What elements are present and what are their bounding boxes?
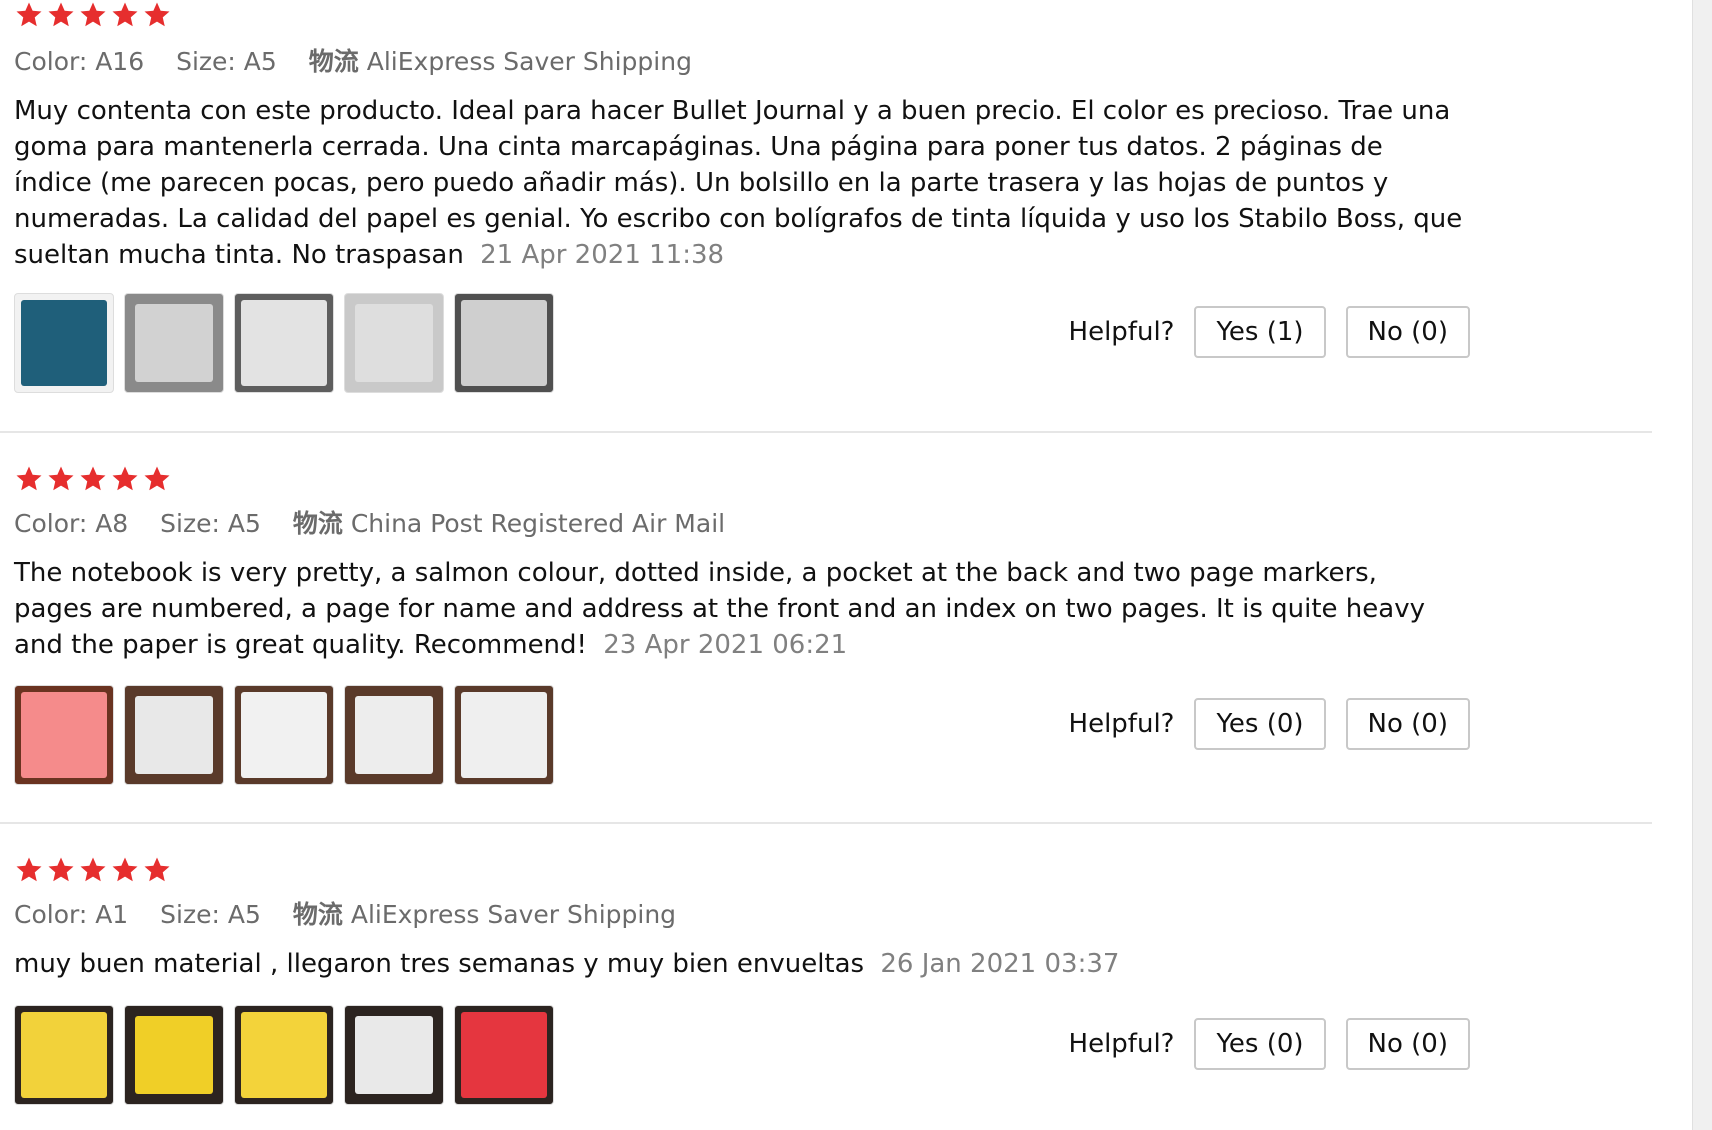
sku-color: Color: A8 <box>14 509 129 538</box>
review-photo <box>355 696 433 774</box>
sku-size: Size: A5 <box>160 509 261 538</box>
star-icon <box>16 466 42 491</box>
shipping-method: AliExpress Saver Shipping <box>366 47 692 76</box>
star-icon <box>112 466 138 491</box>
review-photo <box>135 304 213 382</box>
star-icon <box>16 857 42 882</box>
review-meta: Color: A1 Size: A5 物流 AliExpress Saver Sh… <box>14 897 700 933</box>
review-thumbnails <box>14 685 554 785</box>
sku-color: Color: A16 <box>14 47 145 76</box>
review-photo-thumbnail[interactable] <box>454 1005 554 1105</box>
star-icon <box>16 2 42 27</box>
review-photo-thumbnail[interactable] <box>124 1005 224 1105</box>
review-photo-thumbnail[interactable] <box>454 685 554 785</box>
review-photo <box>461 300 547 386</box>
review-photo-thumbnail[interactable] <box>234 1005 334 1105</box>
logistics-label: 物流 <box>308 47 359 76</box>
star-icon <box>48 857 74 882</box>
shipping-method: AliExpress Saver Shipping <box>350 900 677 929</box>
sku-size: Size: A5 <box>160 900 261 929</box>
star-icon <box>144 466 170 491</box>
review-photo-thumbnail[interactable] <box>344 1005 444 1105</box>
review-photo <box>21 300 107 386</box>
rating-stars <box>14 855 172 887</box>
review-photo <box>21 1012 107 1098</box>
helpful-no-button[interactable]: No (0) <box>1345 306 1470 358</box>
review-content: The notebook is very pretty, a salmon co… <box>14 555 1434 663</box>
shipping-method: China Post Registered Air Mail <box>350 509 726 538</box>
review-photo-thumbnail[interactable] <box>454 293 554 393</box>
review-photo <box>135 1016 213 1094</box>
review-date: 21 Apr 2021 11:38 <box>480 240 725 270</box>
sku-color: Color: A1 <box>14 900 129 929</box>
review-photo-thumbnail[interactable] <box>14 685 114 785</box>
helpful-label: Helpful? <box>1068 709 1175 739</box>
review-meta: Color: A8 Size: A5 物流 China Post Register… <box>14 506 749 542</box>
review-photo <box>241 300 327 386</box>
review-photo <box>241 692 327 778</box>
review-photo <box>461 692 547 778</box>
review-content: muy buen material , llegaron tres semana… <box>14 946 1464 982</box>
review-photo-thumbnail[interactable] <box>124 293 224 393</box>
helpful-label: Helpful? <box>1068 1029 1175 1059</box>
star-icon <box>144 2 170 27</box>
review-text: Muy contenta con este producto. Ideal pa… <box>14 96 1463 270</box>
review-photo-thumbnail[interactable] <box>234 293 334 393</box>
star-icon <box>80 857 106 882</box>
star-icon <box>80 2 106 27</box>
review-content: Muy contenta con este producto. Ideal pa… <box>14 93 1464 273</box>
helpful-yes-button[interactable]: Yes (0) <box>1194 1018 1326 1070</box>
review-thumbnails <box>14 1005 554 1105</box>
review-item: Color: A1 Size: A5 物流 AliExpress Saver Sh… <box>0 855 1652 1130</box>
review-meta: Color: A16 Size: A5 物流 AliExpress Saver S… <box>14 44 716 80</box>
review-photo <box>355 304 433 382</box>
review-thumbnails <box>14 293 554 393</box>
review-date: 23 Apr 2021 06:21 <box>603 630 848 660</box>
review-photo <box>135 696 213 774</box>
star-icon <box>48 466 74 491</box>
helpful-no-button[interactable]: No (0) <box>1345 698 1470 750</box>
helpful-controls: Helpful? Yes (0) No (0) <box>1069 1017 1470 1071</box>
review-photo <box>21 692 107 778</box>
star-icon <box>112 2 138 27</box>
review-photo <box>241 1012 327 1098</box>
helpful-controls: Helpful? Yes (1) No (0) <box>1069 305 1470 359</box>
review-date: 26 Jan 2021 03:37 <box>880 949 1120 979</box>
review-photo <box>461 1012 547 1098</box>
star-icon <box>48 2 74 27</box>
sku-size: Size: A5 <box>176 47 277 76</box>
review-photo-thumbnail[interactable] <box>344 293 444 393</box>
star-icon <box>112 857 138 882</box>
helpful-no-button[interactable]: No (0) <box>1345 1018 1470 1070</box>
page-scrollbar[interactable] <box>1692 0 1712 1130</box>
logistics-label: 物流 <box>292 509 343 538</box>
helpful-label: Helpful? <box>1068 317 1175 347</box>
helpful-yes-button[interactable]: Yes (1) <box>1194 306 1326 358</box>
review-item: Color: A8 Size: A5 物流 China Post Register… <box>0 464 1652 821</box>
review-item: Color: A16 Size: A5 物流 AliExpress Saver S… <box>0 0 1652 433</box>
review-photo <box>355 1016 433 1094</box>
helpful-controls: Helpful? Yes (0) No (0) <box>1069 697 1470 751</box>
review-photo-thumbnail[interactable] <box>14 1005 114 1105</box>
review-divider <box>0 431 1652 433</box>
helpful-yes-button[interactable]: Yes (0) <box>1194 698 1326 750</box>
review-photo-thumbnail[interactable] <box>14 293 114 393</box>
rating-stars <box>14 464 172 496</box>
review-photo-thumbnail[interactable] <box>124 685 224 785</box>
review-text: muy buen material , llegaron tres semana… <box>14 949 865 979</box>
star-icon <box>80 466 106 491</box>
star-icon <box>144 857 170 882</box>
review-photo-thumbnail[interactable] <box>234 685 334 785</box>
logistics-label: 物流 <box>292 900 343 929</box>
reviews-page: Color: A16 Size: A5 物流 AliExpress Saver S… <box>0 0 1712 1130</box>
review-divider <box>0 822 1652 824</box>
rating-stars <box>14 0 172 32</box>
review-photo-thumbnail[interactable] <box>344 685 444 785</box>
